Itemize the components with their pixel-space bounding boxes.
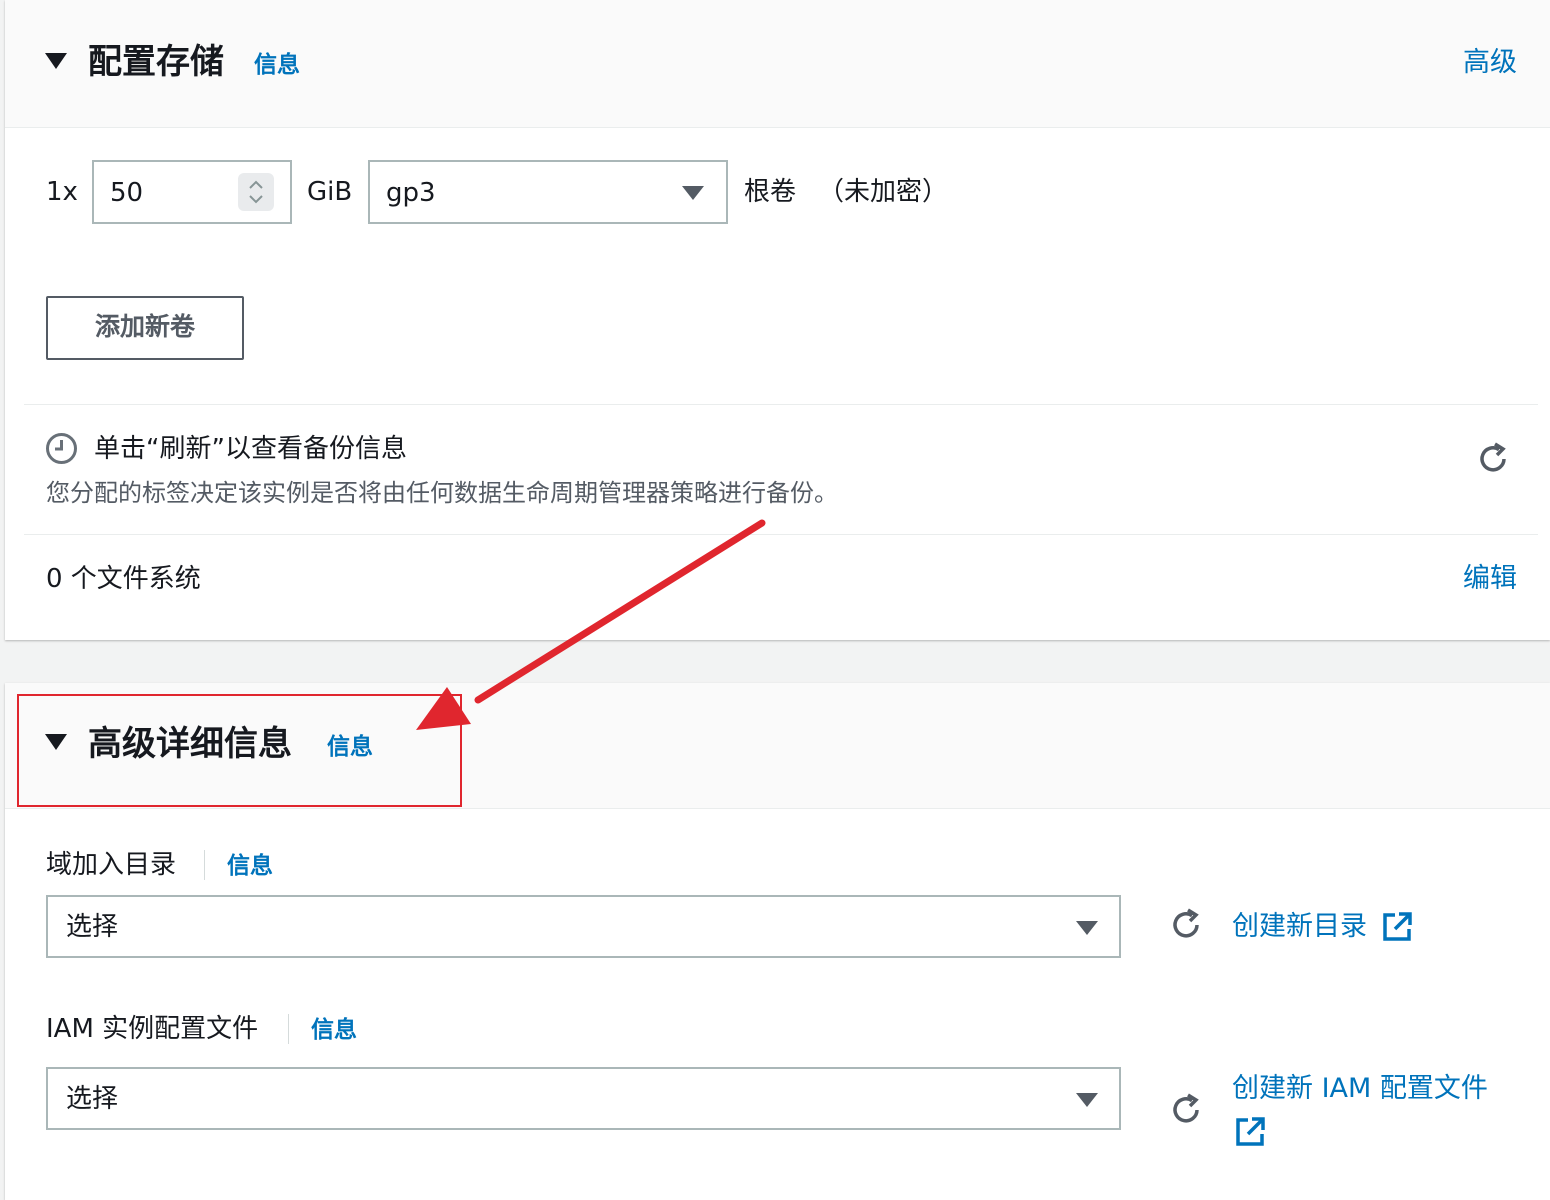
iam-profile-info-link[interactable]: 信息: [311, 1015, 357, 1045]
storage-panel-header[interactable]: [5, 0, 1550, 128]
backup-title: 单击“刷新”以查看备份信息: [94, 434, 407, 464]
domain-join-label: 域加入目录: [46, 850, 177, 880]
collapse-caret-icon[interactable]: [45, 53, 67, 69]
domain-join-info-link[interactable]: 信息: [227, 851, 273, 881]
root-volume-label: 根卷: [744, 177, 797, 207]
add-volume-button[interactable]: 添加新卷: [46, 296, 244, 360]
encryption-status: （未加密）: [818, 177, 949, 207]
volume-type-value: gp3: [386, 178, 436, 208]
iam-profile-label: IAM 实例配置文件: [46, 1014, 259, 1044]
refresh-icon[interactable]: [1167, 1091, 1205, 1129]
external-link-icon[interactable]: [1234, 1116, 1266, 1148]
divider: [24, 404, 1538, 405]
refresh-icon[interactable]: [1167, 906, 1205, 944]
volume-size-input[interactable]: 50: [92, 160, 292, 224]
volume-count: 1x: [46, 177, 78, 207]
create-iam-profile-link[interactable]: 创建新 IAM 配置文件: [1232, 1072, 1488, 1106]
dropdown-caret-icon: [1076, 1093, 1098, 1107]
external-link-icon[interactable]: [1381, 911, 1413, 943]
backup-description: 您分配的标签决定该实例是否将由任何数据生命周期管理器策略进行备份。: [46, 479, 838, 507]
label-separator: [288, 1014, 289, 1044]
domain-join-select-value: 选择: [66, 912, 119, 942]
iam-profile-select[interactable]: 选择: [46, 1067, 1121, 1130]
volume-size-value: 50: [110, 178, 144, 208]
iam-profile-select-value: 选择: [66, 1084, 119, 1114]
number-stepper[interactable]: [238, 173, 274, 211]
volume-unit: GiB: [307, 177, 353, 207]
filesystems-count: 0 个文件系统: [46, 564, 201, 594]
annotation-highlight-box: [17, 694, 462, 807]
create-directory-link[interactable]: 创建新目录: [1232, 910, 1367, 944]
storage-title: 配置存储: [88, 42, 224, 82]
label-separator: [204, 850, 205, 880]
divider: [24, 534, 1538, 535]
edit-filesystems-link[interactable]: 编辑: [1463, 562, 1517, 596]
refresh-icon[interactable]: [1474, 440, 1512, 478]
dropdown-caret-icon: [1076, 921, 1098, 935]
clock-icon: [45, 432, 78, 465]
advanced-link[interactable]: 高级: [1463, 46, 1517, 80]
dropdown-caret-icon: [682, 186, 704, 200]
storage-info-link[interactable]: 信息: [254, 50, 300, 80]
volume-type-select[interactable]: gp3: [368, 160, 728, 224]
domain-join-select[interactable]: 选择: [46, 895, 1121, 958]
